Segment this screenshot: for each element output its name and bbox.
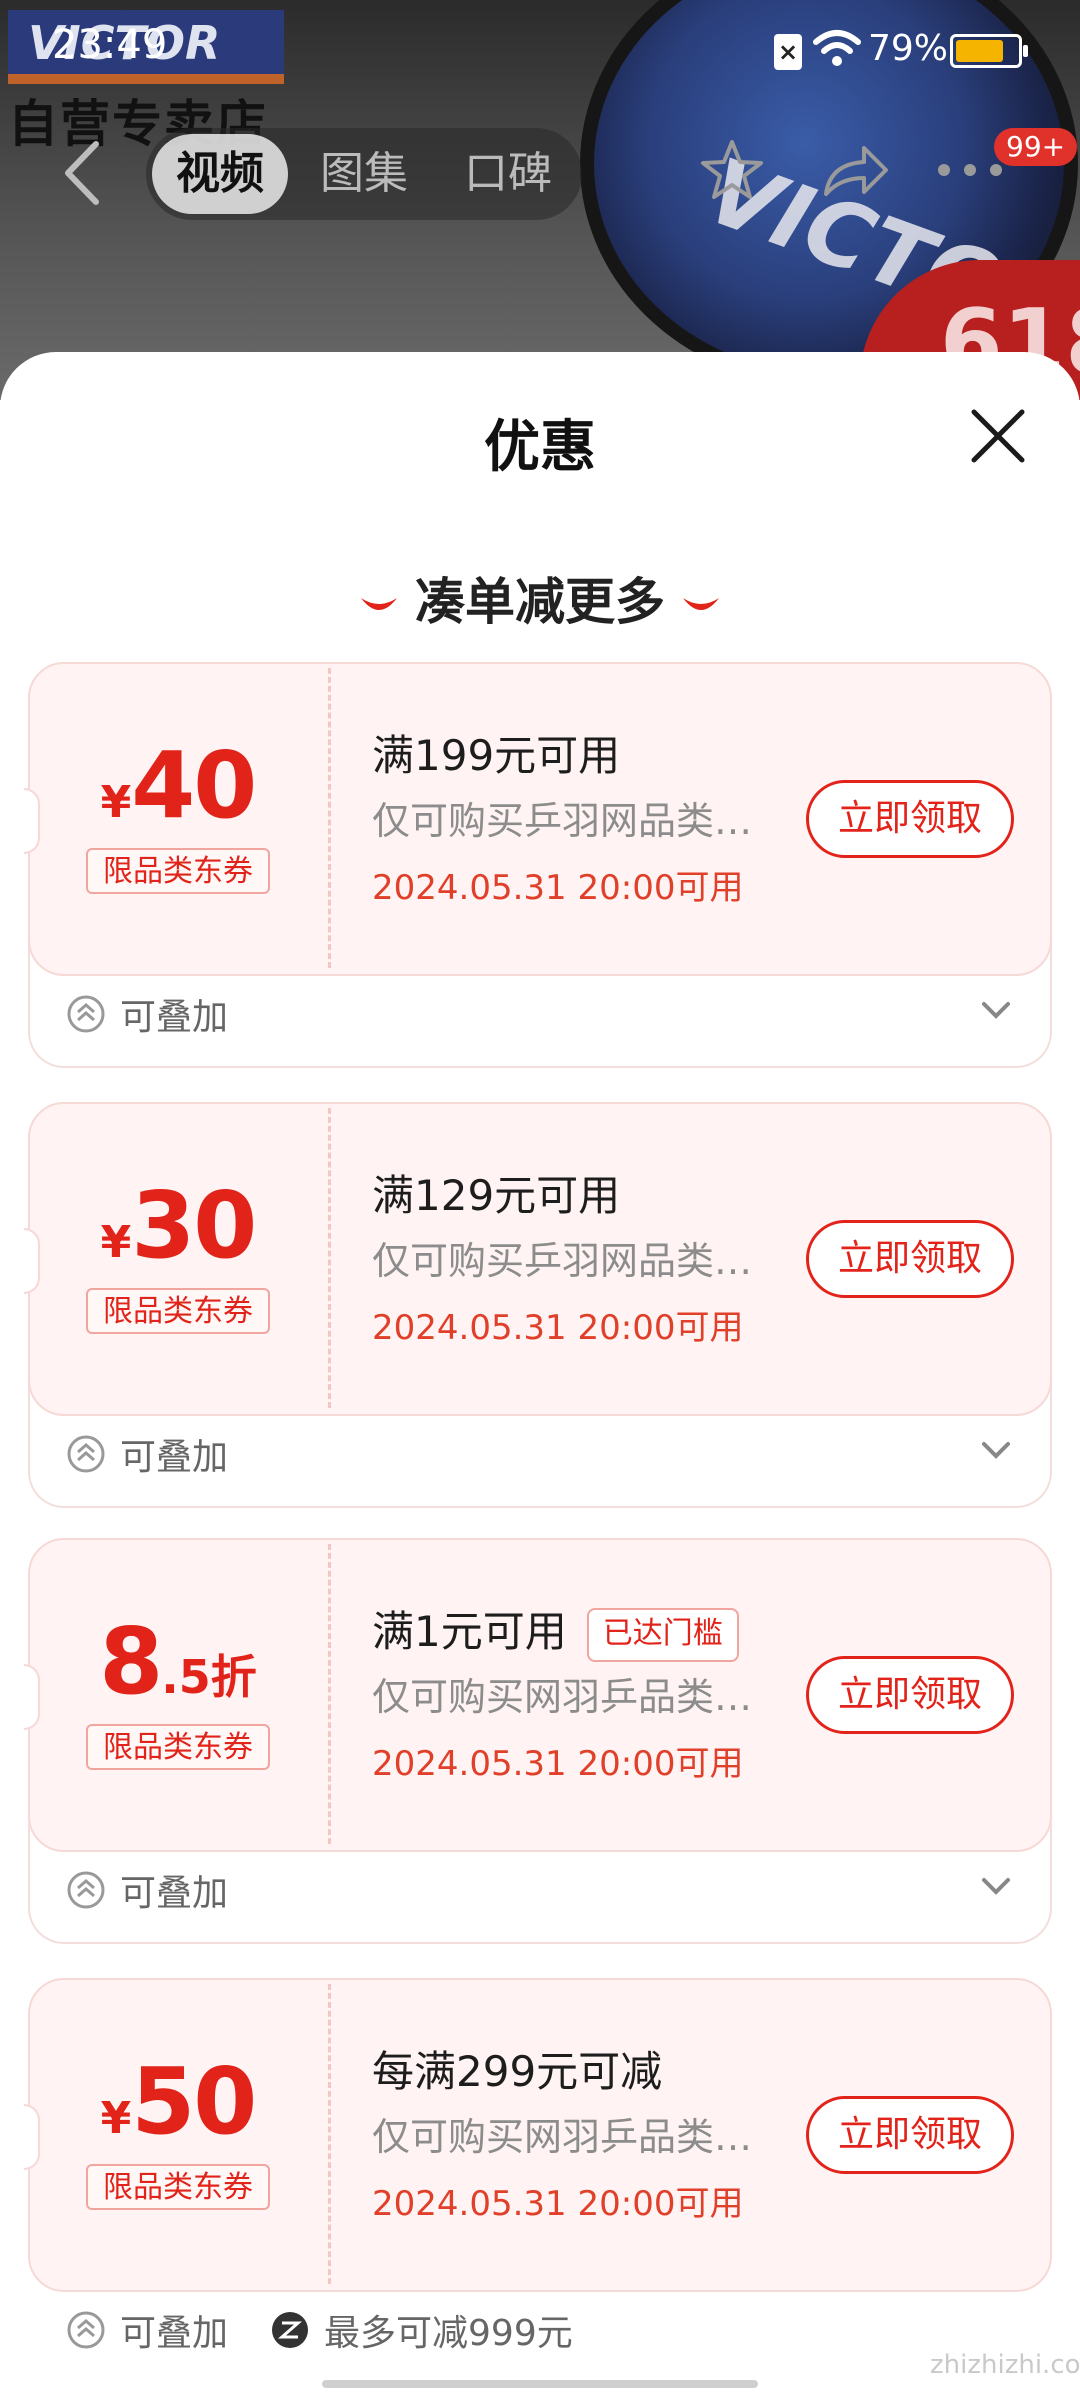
status-bar: 23:49 × 79% [0,0,1080,110]
coupon-divider [328,668,331,968]
coupon-type-tag: 限品类东券 [86,2164,270,2210]
claim-button[interactable]: 立即领取 [806,2096,1014,2174]
coupon-description: 仅可购买乒羽网品类… [372,1239,753,1283]
close-icon[interactable] [966,404,1030,468]
currency-symbol: ¥ [100,777,132,828]
coupon-divider [328,1984,331,2284]
amount-value: 8 [99,1608,163,1715]
stack-icon [67,1871,105,1909]
currency-symbol: ¥ [100,2093,132,2144]
sim-icon: × [774,34,802,70]
smile-deco-icon [683,597,719,610]
condition-text: 每满299元可减 [372,2047,663,2096]
condition-text: 满1元可用 [372,1607,567,1656]
smile-deco-icon [361,597,397,610]
product-header: VICTOR 自营专卖店 VICTOR 618 23:49 × 79% 视频 图… [0,0,1080,400]
amount-value: 50 [131,2048,257,2155]
section-title: 凑单减更多 [0,562,1080,632]
max-reduce-icon [272,2312,309,2348]
stack-label: 可叠加 [120,997,229,1038]
chevron-down-icon[interactable] [980,998,1012,1022]
favorite-star-icon[interactable] [700,138,764,202]
status-time: 23:49 [52,22,168,68]
back-icon[interactable] [58,138,108,208]
max-reduce-label: 最多可减999元 [324,2313,573,2354]
stack-icon [67,1435,105,1473]
coupon-card: 8.5折 限品类东券 满1元可用 已达门槛 仅可购买网羽乒品类… 2024.05.… [24,1538,1052,1944]
stack-info: 可叠加 [66,1428,228,1478]
coupon-card: ¥40 限品类东券 满199元可用 仅可购买乒羽网品类… 2024.05.31 … [24,662,1052,1068]
coupon-condition: 满1元可用 已达门槛 [372,1598,739,1662]
wifi-icon [813,30,861,66]
coupon-amount: ¥50 [28,2048,328,2155]
threshold-reached-tag: 已达门槛 [586,1607,739,1662]
coupon-description: 仅可购买网羽乒品类… [372,1675,753,1719]
coupon-card: ¥50 限品类东券 每满299元可减 仅可购买网羽乒品类… 2024.05.31… [24,1978,1052,2384]
coupon-validity: 2024.05.31 20:00可用 [372,1308,744,1348]
coupon-description: 仅可购买乒羽网品类… [372,799,753,843]
chevron-down-icon[interactable] [980,1874,1012,1898]
coupon-amount: ¥30 [28,1172,328,1279]
stack-label: 可叠加 [120,1873,229,1914]
coupon-divider [328,1544,331,1844]
amount-value: 40 [131,732,257,839]
home-indicator[interactable] [322,2380,758,2388]
coupon-type-tag: 限品类东券 [86,1724,270,1770]
coupon-validity: 2024.05.31 20:00可用 [372,2184,744,2224]
amount-value: 30 [131,1172,257,1279]
stack-info: 可叠加 最多可减999元 [66,2304,573,2354]
coupon-type-tag: 限品类东券 [86,848,270,894]
claim-button[interactable]: 立即领取 [806,780,1014,858]
media-tabs: 视频 图集 口碑 [146,128,582,220]
share-icon[interactable] [820,140,890,200]
battery-icon [950,34,1028,68]
coupon-amount: ¥40 [28,732,328,839]
coupon-condition: 满199元可用 [372,722,620,783]
cart-badge: 99+ [994,128,1078,166]
tab-video[interactable]: 视频 [152,134,288,214]
stack-label: 可叠加 [120,1437,229,1478]
battery-fill [956,40,1003,62]
coupon-condition: 每满299元可减 [372,2038,662,2099]
coupon-amount: 8.5折 [28,1608,328,1715]
section-title-text: 凑单减更多 [415,573,665,631]
stack-info: 可叠加 [66,988,228,1038]
tab-gallery[interactable]: 图集 [296,128,432,220]
tab-reviews[interactable]: 口碑 [440,128,576,220]
chevron-down-icon[interactable] [980,1438,1012,1462]
watermark: zhizhizhi.com [930,2350,1080,2380]
battery-percent: 79% [868,28,949,69]
coupon-card: ¥30 限品类东券 满129元可用 仅可购买乒羽网品类… 2024.05.31 … [24,1102,1052,1508]
coupon-validity: 2024.05.31 20:00可用 [372,1744,744,1784]
stack-label: 可叠加 [120,2313,229,2354]
coupon-description: 仅可购买网羽乒品类… [372,2115,753,2159]
stack-info: 可叠加 [66,1864,228,1914]
amount-suffix: .5折 [161,1650,257,1704]
condition-text: 满129元可用 [372,1171,621,1220]
coupon-sheet: 优惠 凑单减更多 ¥40 限品类东券 满199元可用 仅可购买乒羽网品类… 20… [0,352,1080,2400]
claim-button[interactable]: 立即领取 [806,1220,1014,1298]
sheet-title: 优惠 [484,415,596,480]
claim-button[interactable]: 立即领取 [806,1656,1014,1734]
coupon-validity: 2024.05.31 20:00可用 [372,868,744,908]
condition-text: 满199元可用 [372,731,621,780]
currency-symbol: ¥ [100,1217,132,1268]
stack-icon [67,995,105,1033]
coupon-type-tag: 限品类东券 [86,1288,270,1334]
coupon-divider [328,1108,331,1408]
stack-icon [67,2311,105,2349]
coupon-condition: 满129元可用 [372,1162,620,1223]
